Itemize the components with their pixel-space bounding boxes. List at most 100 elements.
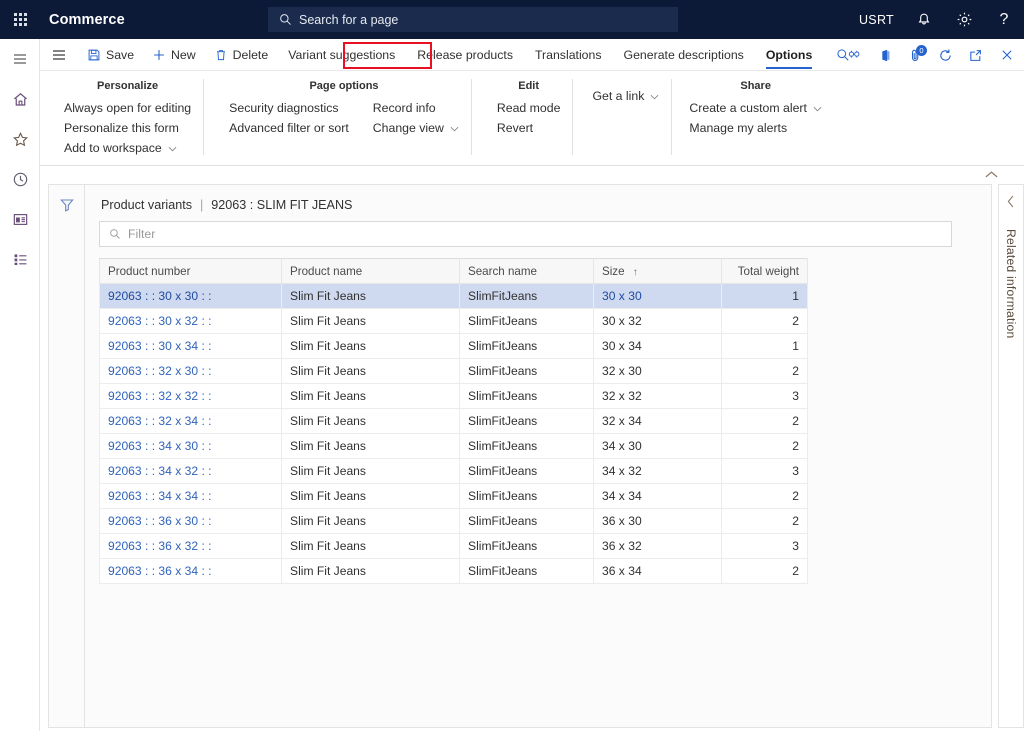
cell-size[interactable]: 34 x 30 (594, 434, 722, 459)
cell-search-name[interactable]: SlimFitJeans (460, 434, 594, 459)
cell-total-weight[interactable]: 1 (722, 284, 808, 309)
related-information-panel[interactable]: Related information (998, 184, 1024, 728)
cell-product-name[interactable]: Slim Fit Jeans (282, 284, 460, 309)
cell-search-name[interactable]: SlimFitJeans (460, 509, 594, 534)
cell-search-name[interactable]: SlimFitJeans (460, 409, 594, 434)
gear-icon[interactable] (944, 0, 984, 39)
tab-translations[interactable]: Translations (524, 39, 613, 70)
option-manage-my-alerts[interactable]: Manage my alerts (677, 118, 834, 138)
option-add-to-workspace[interactable]: Add to workspace (52, 138, 203, 158)
cell-product-name[interactable]: Slim Fit Jeans (282, 534, 460, 559)
column-header-total-weight[interactable]: Total weight (722, 259, 808, 284)
cell-total-weight[interactable]: 1 (722, 334, 808, 359)
option-read-mode[interactable]: Read mode (485, 98, 573, 118)
cell-size[interactable]: 36 x 30 (594, 509, 722, 534)
cell-total-weight[interactable]: 3 (722, 534, 808, 559)
tab-options[interactable]: Options (755, 39, 823, 70)
funnel-icon[interactable] (59, 197, 75, 727)
list-icon[interactable] (0, 239, 40, 279)
option-get-a-link[interactable]: Get a link (580, 86, 671, 106)
cell-size[interactable]: 32 x 32 (594, 384, 722, 409)
cell-size[interactable]: 30 x 32 (594, 309, 722, 334)
cell-search-name[interactable]: SlimFitJeans (460, 559, 594, 584)
cell-size[interactable]: 30 x 34 (594, 334, 722, 359)
table-row[interactable]: 92063 : : 36 x 32 : :Slim Fit JeansSlimF… (100, 534, 808, 559)
table-row[interactable]: 92063 : : 34 x 32 : :Slim Fit JeansSlimF… (100, 459, 808, 484)
cell-total-weight[interactable]: 2 (722, 434, 808, 459)
cell-size[interactable]: 36 x 32 (594, 534, 722, 559)
cell-product-name[interactable]: Slim Fit Jeans (282, 509, 460, 534)
cell-product-number[interactable]: 92063 : : 36 x 32 : : (100, 534, 282, 559)
table-row[interactable]: 92063 : : 30 x 34 : :Slim Fit JeansSlimF… (100, 334, 808, 359)
option-always-open-for-editing[interactable]: Always open for editing (52, 98, 203, 118)
table-row[interactable]: 92063 : : 36 x 30 : :Slim Fit JeansSlimF… (100, 509, 808, 534)
table-row[interactable]: 92063 : : 36 x 34 : :Slim Fit JeansSlimF… (100, 559, 808, 584)
cell-size[interactable]: 36 x 34 (594, 559, 722, 584)
clock-icon[interactable] (0, 159, 40, 199)
global-search-box[interactable]: Search for a page (268, 7, 678, 32)
column-header-product-number[interactable]: Product number (100, 259, 282, 284)
attachments-icon[interactable]: 0 (900, 39, 930, 71)
cell-product-number[interactable]: 92063 : : 32 x 32 : : (100, 384, 282, 409)
bell-icon[interactable] (904, 0, 944, 39)
table-row[interactable]: 92063 : : 30 x 30 : :Slim Fit JeansSlimF… (100, 284, 808, 309)
delete-button[interactable]: Delete (205, 39, 278, 70)
cell-total-weight[interactable]: 2 (722, 359, 808, 384)
option-revert[interactable]: Revert (485, 118, 573, 138)
star-icon[interactable] (0, 119, 40, 159)
save-button[interactable]: Save (78, 39, 143, 70)
table-row[interactable]: 92063 : : 30 x 32 : :Slim Fit JeansSlimF… (100, 309, 808, 334)
cell-size[interactable]: 32 x 30 (594, 359, 722, 384)
cell-search-name[interactable]: SlimFitJeans (460, 334, 594, 359)
option-change-view[interactable]: Change view (361, 118, 471, 138)
open-in-office-icon[interactable] (870, 39, 900, 71)
cell-product-number[interactable]: 92063 : : 30 x 30 : : (100, 284, 282, 309)
filter-input[interactable]: Filter (99, 221, 952, 247)
hamburger-icon[interactable] (0, 39, 40, 79)
cell-search-name[interactable]: SlimFitJeans (460, 309, 594, 334)
cell-product-number[interactable]: 92063 : : 30 x 34 : : (100, 334, 282, 359)
company-selector[interactable]: USRT (849, 0, 904, 39)
table-row[interactable]: 92063 : : 34 x 34 : :Slim Fit JeansSlimF… (100, 484, 808, 509)
cell-product-name[interactable]: Slim Fit Jeans (282, 334, 460, 359)
chevron-left-icon[interactable] (1007, 195, 1015, 213)
refresh-icon[interactable] (930, 39, 960, 71)
cell-product-number[interactable]: 92063 : : 32 x 30 : : (100, 359, 282, 384)
close-icon[interactable] (990, 39, 1024, 71)
tab-generate-descriptions[interactable]: Generate descriptions (613, 39, 755, 70)
table-row[interactable]: 92063 : : 32 x 30 : :Slim Fit JeansSlimF… (100, 359, 808, 384)
cell-size[interactable]: 30 x 30 (594, 284, 722, 309)
cell-total-weight[interactable]: 3 (722, 459, 808, 484)
personalize-icon[interactable] (840, 39, 870, 71)
cell-product-number[interactable]: 92063 : : 32 x 34 : : (100, 409, 282, 434)
home-icon[interactable] (0, 79, 40, 119)
cell-size[interactable]: 34 x 32 (594, 459, 722, 484)
cell-total-weight[interactable]: 2 (722, 484, 808, 509)
option-record-info[interactable]: Record info (361, 98, 471, 118)
cell-size[interactable]: 32 x 34 (594, 409, 722, 434)
cell-product-number[interactable]: 92063 : : 34 x 34 : : (100, 484, 282, 509)
workspace-icon[interactable] (0, 199, 40, 239)
cell-product-name[interactable]: Slim Fit Jeans (282, 459, 460, 484)
cell-product-number[interactable]: 92063 : : 36 x 34 : : (100, 559, 282, 584)
table-row[interactable]: 92063 : : 32 x 34 : :Slim Fit JeansSlimF… (100, 409, 808, 434)
cell-total-weight[interactable]: 2 (722, 559, 808, 584)
option-advanced-filter-or-sort[interactable]: Advanced filter or sort (217, 118, 361, 138)
cell-product-name[interactable]: Slim Fit Jeans (282, 384, 460, 409)
cell-search-name[interactable]: SlimFitJeans (460, 359, 594, 384)
column-header-search-name[interactable]: Search name (460, 259, 594, 284)
tab-release-products[interactable]: Release products (406, 39, 524, 70)
cell-search-name[interactable]: SlimFitJeans (460, 534, 594, 559)
cell-product-number[interactable]: 92063 : : 36 x 30 : : (100, 509, 282, 534)
cell-product-number[interactable]: 92063 : : 30 x 32 : : (100, 309, 282, 334)
cell-product-number[interactable]: 92063 : : 34 x 32 : : (100, 459, 282, 484)
cell-product-number[interactable]: 92063 : : 34 x 30 : : (100, 434, 282, 459)
cell-product-name[interactable]: Slim Fit Jeans (282, 359, 460, 384)
cell-search-name[interactable]: SlimFitJeans (460, 484, 594, 509)
question-mark-icon[interactable]: ? (984, 0, 1024, 39)
popout-icon[interactable] (960, 39, 990, 71)
option-create-a-custom-alert[interactable]: Create a custom alert (677, 98, 834, 118)
cell-total-weight[interactable]: 2 (722, 409, 808, 434)
cell-total-weight[interactable]: 3 (722, 384, 808, 409)
cell-product-name[interactable]: Slim Fit Jeans (282, 484, 460, 509)
